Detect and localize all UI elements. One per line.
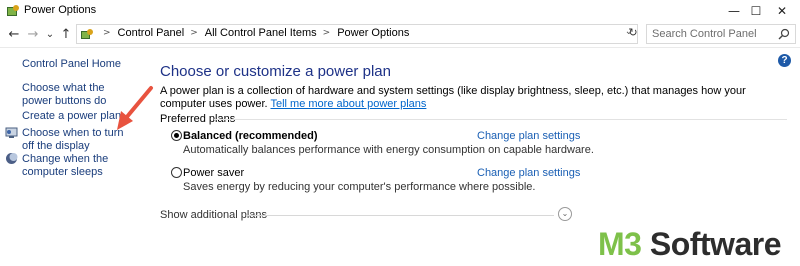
left-pane: Control Panel Home Choose what the power… [0, 48, 150, 266]
breadcrumb: > Control Panel > All Control Panel Item… [97, 27, 409, 39]
power-saver-plan-radio[interactable] [171, 167, 182, 178]
moon-icon [6, 153, 18, 164]
monitor-icon [5, 127, 18, 138]
section-divider [214, 119, 787, 120]
description-text: A power plan is a collection of hardware… [160, 85, 746, 110]
m3-software-watermark: M3 Software [598, 228, 781, 260]
help-icon[interactable]: ? [778, 54, 791, 67]
page-description: A power plan is a collection of hardware… [160, 85, 780, 111]
breadcrumb-separator-icon[interactable]: > [323, 28, 331, 38]
expand-chevron-icon[interactable]: ⌄ [558, 207, 572, 221]
watermark-software: Software [641, 226, 782, 262]
up-arrow-icon[interactable]: ↑ [58, 25, 74, 43]
balanced-plan-name[interactable]: Balanced (recommended) [183, 130, 317, 142]
balanced-plan-radio[interactable] [171, 130, 182, 141]
search-input[interactable]: Search Control Panel [646, 24, 796, 44]
recent-locations-chevron-icon[interactable]: ⌄ [42, 25, 58, 43]
search-icon[interactable] [778, 28, 790, 40]
breadcrumb-control-panel[interactable]: Control Panel [118, 27, 185, 39]
breadcrumb-all-items[interactable]: All Control Panel Items [205, 27, 317, 39]
balanced-change-settings-link[interactable]: Change plan settings [477, 130, 580, 142]
annotation-arrow-icon [117, 86, 153, 130]
power-plans-help-link[interactable]: Tell me more about power plans [270, 98, 426, 110]
page-title: Choose or customize a power plan [160, 63, 391, 80]
close-button[interactable]: ✕ [760, 0, 800, 22]
breadcrumb-separator-icon[interactable]: > [190, 28, 198, 38]
power-options-app-icon [7, 5, 19, 16]
breadcrumb-separator-icon: > [103, 28, 111, 38]
forward-arrow-icon[interactable]: → [25, 25, 41, 43]
back-arrow-icon[interactable]: ← [6, 25, 22, 43]
control-panel-icon [81, 29, 93, 39]
power-saver-plan-name[interactable]: Power saver [183, 167, 244, 179]
power-saver-change-settings-link[interactable]: Change plan settings [477, 167, 580, 179]
refresh-icon[interactable]: ↻ [626, 25, 640, 39]
additional-plans-divider [246, 215, 554, 216]
search-placeholder: Search Control Panel [652, 28, 757, 40]
balanced-plan-description: Automatically balances performance with … [183, 144, 594, 156]
address-bar[interactable]: > Control Panel > All Control Panel Item… [76, 24, 638, 44]
watermark-m3: M3 [598, 226, 642, 262]
navigation-bar: ← → ⌄ ↑ > Control Panel > All Control Pa… [0, 22, 800, 46]
control-panel-home-link[interactable]: Control Panel Home [22, 58, 121, 71]
window-title: Power Options [24, 4, 97, 16]
title-bar: Power Options — ☐ ✕ [0, 0, 800, 22]
power-saver-plan-description: Saves energy by reducing your computer's… [183, 181, 536, 193]
sidebar-item-computer-sleeps[interactable]: Change when the computer sleeps [22, 153, 134, 179]
breadcrumb-power-options[interactable]: Power Options [337, 27, 409, 39]
